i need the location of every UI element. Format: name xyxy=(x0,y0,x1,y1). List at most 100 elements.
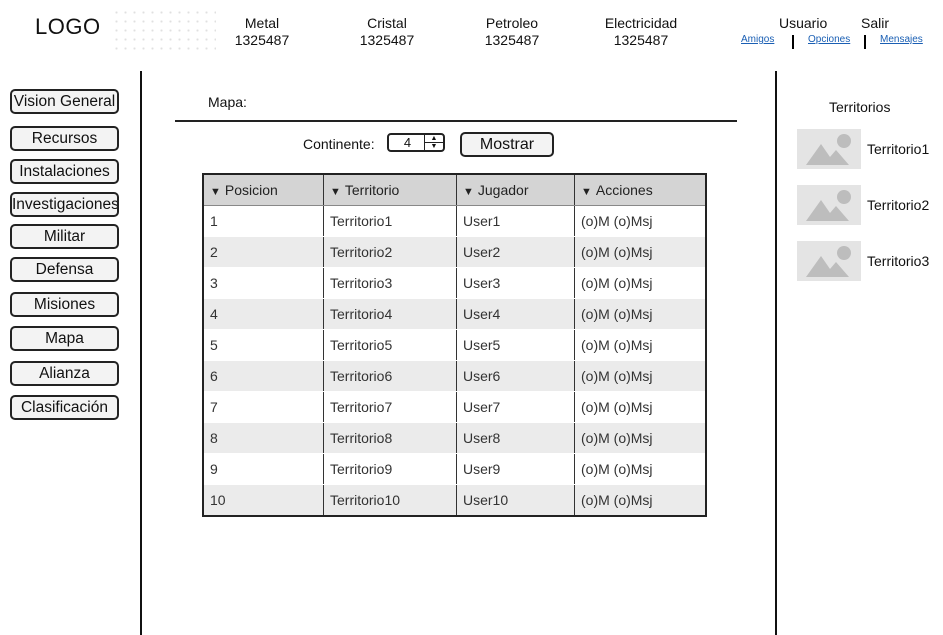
cell-jugador: User6 xyxy=(456,360,575,392)
resource-petroleo: Petroleo 1325487 xyxy=(481,15,543,49)
column-header-label: Acciones xyxy=(595,182,653,198)
resource-value: 1325487 xyxy=(484,32,540,48)
territories-panel-title: Territorios xyxy=(829,99,891,115)
table-row: 4 Territorio4 User4 (o)M (o)Msj xyxy=(202,298,706,330)
image-placeholder-icon[interactable] xyxy=(797,241,861,281)
resource-cristal: Cristal 1325487 xyxy=(356,15,418,49)
resource-value: 1325487 xyxy=(359,32,415,48)
territory-list-item[interactable]: Territorio3 xyxy=(867,253,929,269)
show-button[interactable]: Mostrar xyxy=(460,132,554,157)
cell-posicion: 5 xyxy=(202,329,324,361)
territory-list-item[interactable]: Territorio1 xyxy=(867,141,929,157)
sidebar-item-vision-general[interactable]: Vision General xyxy=(10,89,119,114)
column-header-acciones[interactable]: ▼ Acciones xyxy=(574,174,706,206)
left-divider xyxy=(140,71,142,635)
table-row: 1 Territorio1 User1 (o)M (o)Msj xyxy=(202,205,706,237)
logout-link[interactable]: Salir xyxy=(861,15,889,31)
cell-territorio: Territorio9 xyxy=(323,453,457,485)
cell-posicion: 3 xyxy=(202,267,324,299)
resource-electricidad: Electricidad 1325487 xyxy=(598,15,684,49)
cell-acciones[interactable]: (o)M (o)Msj xyxy=(574,422,706,454)
cell-posicion: 6 xyxy=(202,360,324,392)
sidebar-item-mapa[interactable]: Mapa xyxy=(10,326,119,351)
cell-acciones[interactable]: (o)M (o)Msj xyxy=(574,360,706,392)
section-divider xyxy=(175,120,737,122)
table-row: 7 Territorio7 User7 (o)M (o)Msj xyxy=(202,391,706,423)
resource-name: Metal xyxy=(244,15,280,31)
cell-jugador: User5 xyxy=(456,329,575,361)
cell-acciones[interactable]: (o)M (o)Msj xyxy=(574,205,706,237)
sidebar-item-misiones[interactable]: Misiones xyxy=(10,292,119,317)
cell-jugador: User10 xyxy=(456,484,575,517)
column-header-territorio[interactable]: ▼ Territorio xyxy=(323,174,457,206)
cell-acciones[interactable]: (o)M (o)Msj xyxy=(574,453,706,485)
sort-down-icon: ▼ xyxy=(210,186,221,198)
table-row: 3 Territorio3 User3 (o)M (o)Msj xyxy=(202,267,706,299)
territory-list-item[interactable]: Territorio2 xyxy=(867,197,929,213)
column-header-posicion[interactable]: ▼ Posicion xyxy=(202,174,324,206)
cell-posicion: 1 xyxy=(202,205,324,237)
sidebar-item-militar[interactable]: Militar xyxy=(10,224,119,249)
sort-down-icon: ▼ xyxy=(463,186,474,198)
cell-territorio: Territorio2 xyxy=(323,236,457,268)
resource-value: 1325487 xyxy=(234,32,290,48)
continent-stepper[interactable]: 4 ▲ ▼ xyxy=(387,133,445,152)
logo: LOGO xyxy=(35,14,101,39)
cell-jugador: User1 xyxy=(456,205,575,237)
column-header-label: Territorio xyxy=(344,182,400,198)
cell-jugador: User2 xyxy=(456,236,575,268)
separator xyxy=(864,35,866,49)
cell-jugador: User7 xyxy=(456,391,575,423)
friends-link[interactable]: Amigos xyxy=(741,34,774,45)
sidebar-item-instalaciones[interactable]: Instalaciones xyxy=(10,159,119,184)
messages-link[interactable]: Mensajes xyxy=(880,34,923,45)
continent-value[interactable]: 4 xyxy=(389,135,426,151)
cell-territorio: Territorio4 xyxy=(323,298,457,330)
cell-territorio: Territorio10 xyxy=(323,484,457,517)
sidebar-item-clasificacion[interactable]: Clasificación xyxy=(10,395,119,420)
column-header-label: Posicion xyxy=(224,182,278,198)
cell-acciones[interactable]: (o)M (o)Msj xyxy=(574,484,706,517)
cell-acciones[interactable]: (o)M (o)Msj xyxy=(574,329,706,361)
territories-table: ▼ Posicion ▼ Territorio ▼ Jugador ▼ Acciones… xyxy=(202,173,707,517)
cell-territorio: Territorio5 xyxy=(323,329,457,361)
image-placeholder-icon[interactable] xyxy=(797,129,861,169)
chevron-up-icon[interactable]: ▲ xyxy=(425,135,443,143)
image-placeholder-icon[interactable] xyxy=(797,185,861,225)
sort-down-icon: ▼ xyxy=(581,186,592,198)
cell-acciones[interactable]: (o)M (o)Msj xyxy=(574,267,706,299)
resource-metal: Metal 1325487 xyxy=(232,15,292,49)
resource-name: Cristal xyxy=(367,15,407,31)
cell-jugador: User4 xyxy=(456,298,575,330)
options-link[interactable]: Opciones xyxy=(808,34,850,45)
sidebar-item-recursos[interactable]: Recursos xyxy=(10,126,119,151)
user-link[interactable]: Usuario xyxy=(779,15,827,31)
cell-posicion: 7 xyxy=(202,391,324,423)
cell-posicion: 9 xyxy=(202,453,324,485)
sort-down-icon: ▼ xyxy=(330,186,341,198)
cell-territorio: Territorio3 xyxy=(323,267,457,299)
resource-name: Electricidad xyxy=(604,15,678,31)
table-row: 10 Territorio10 User10 (o)M (o)Msj xyxy=(202,484,706,517)
cell-posicion: 10 xyxy=(202,484,324,517)
cell-posicion: 4 xyxy=(202,298,324,330)
resource-value: 1325487 xyxy=(613,32,669,48)
sidebar-item-defensa[interactable]: Defensa xyxy=(10,257,119,282)
continent-label: Continente: xyxy=(303,136,375,152)
cell-posicion: 8 xyxy=(202,422,324,454)
chevron-down-icon[interactable]: ▼ xyxy=(425,143,443,150)
cell-acciones[interactable]: (o)M (o)Msj xyxy=(574,391,706,423)
cell-territorio: Territorio7 xyxy=(323,391,457,423)
stepper-arrows[interactable]: ▲ ▼ xyxy=(424,135,443,150)
cell-jugador: User3 xyxy=(456,267,575,299)
resource-name: Petroleo xyxy=(485,15,539,31)
logo-placeholder-dots xyxy=(112,8,216,50)
cell-territorio: Territorio1 xyxy=(323,205,457,237)
sidebar-item-investigaciones[interactable]: Investigaciones xyxy=(10,192,119,217)
sidebar-item-alianza[interactable]: Alianza xyxy=(10,361,119,386)
column-header-jugador[interactable]: ▼ Jugador xyxy=(456,174,575,206)
cell-acciones[interactable]: (o)M (o)Msj xyxy=(574,236,706,268)
cell-jugador: User8 xyxy=(456,422,575,454)
cell-acciones[interactable]: (o)M (o)Msj xyxy=(574,298,706,330)
table-row: 2 Territorio2 User2 (o)M (o)Msj xyxy=(202,236,706,268)
